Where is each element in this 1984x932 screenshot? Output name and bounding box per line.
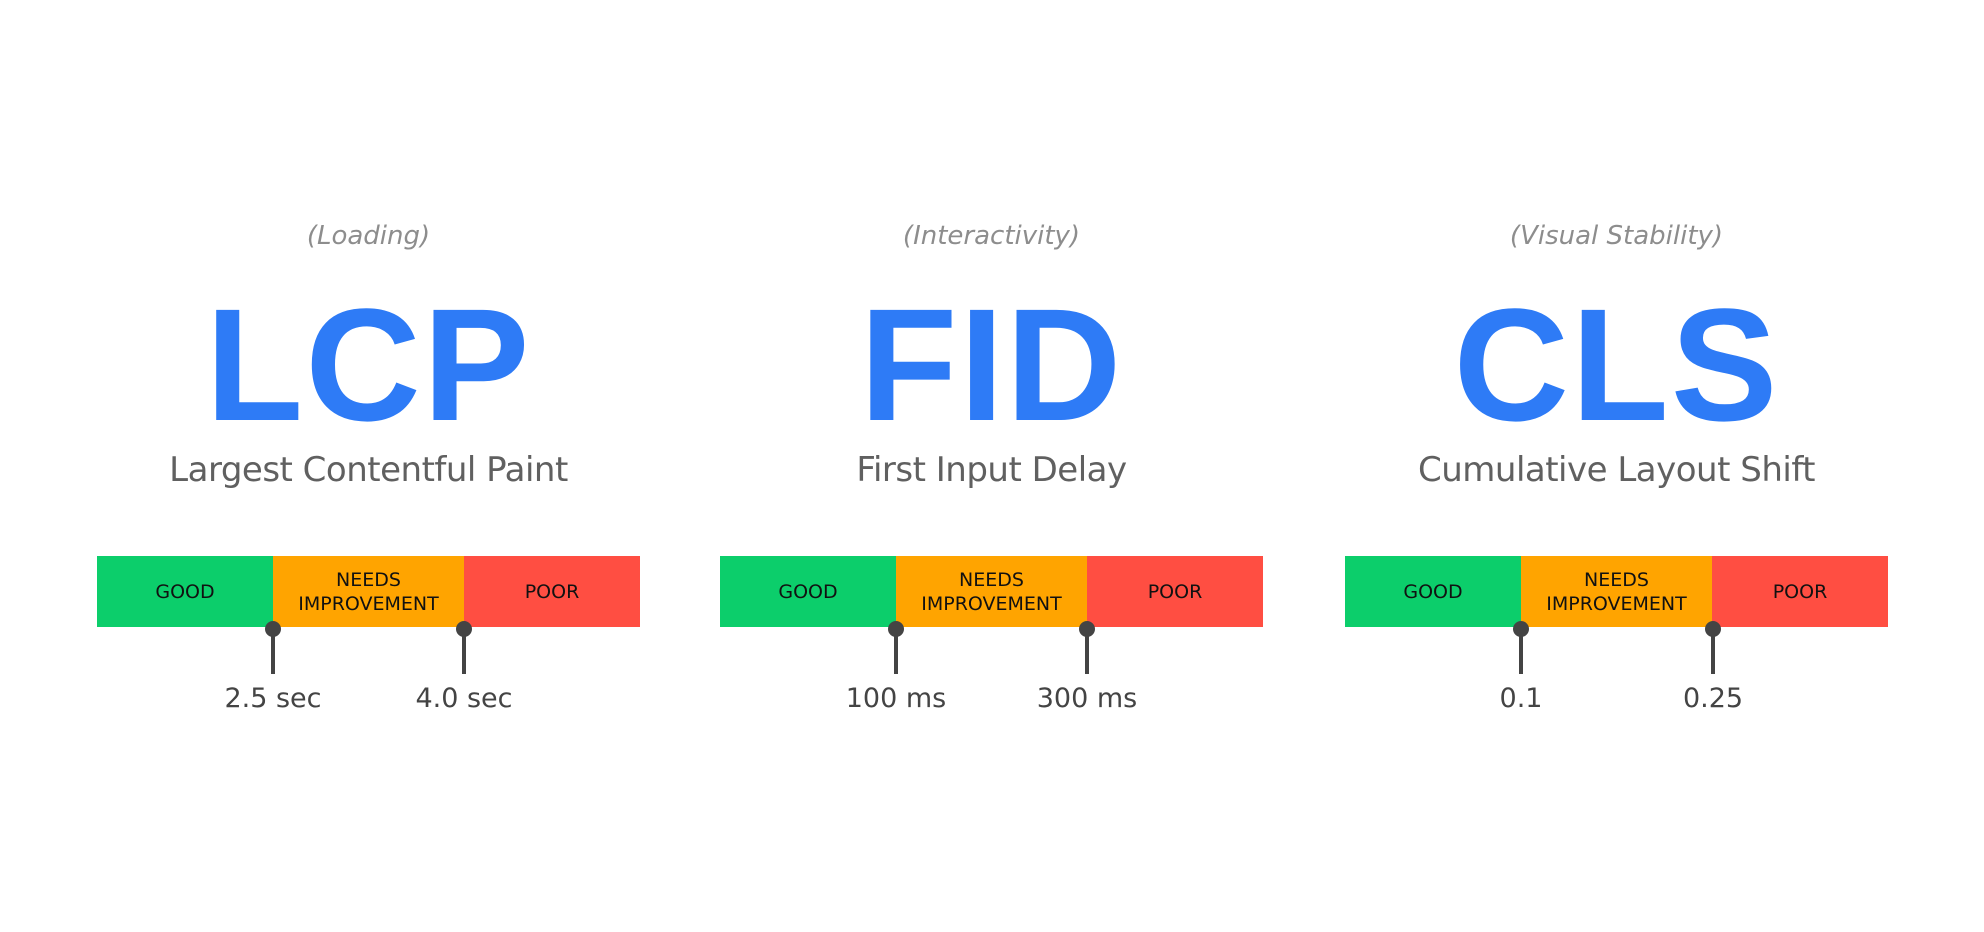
band-needs-improvement: NEEDS IMPROVEMENT	[273, 556, 464, 627]
threshold-bar: GOOD NEEDS IMPROVEMENT POOR	[1345, 556, 1888, 627]
band-good-label: GOOD	[155, 580, 215, 603]
metric-category: (Interactivity)	[902, 221, 1081, 251]
threshold-marker-poor	[1705, 621, 1721, 675]
band-needs-label-line2: IMPROVEMENT	[298, 592, 439, 615]
band-needs-improvement: NEEDS IMPROVEMENT	[896, 556, 1087, 627]
band-poor-label: POOR	[524, 580, 580, 603]
metric-acronym: LCP	[205, 275, 532, 454]
threshold-bar: GOOD NEEDS IMPROVEMENT POOR	[97, 556, 640, 627]
marker-stem	[1085, 629, 1089, 674]
threshold-bar: GOOD NEEDS IMPROVEMENT POOR	[720, 556, 1263, 627]
metric-cls: (Visual Stability) CLS Cumulative Layout…	[1345, 0, 1888, 932]
band-poor: POOR	[1087, 556, 1263, 627]
band-needs-label-line2: IMPROVEMENT	[921, 592, 1062, 615]
band-good-label: GOOD	[778, 580, 838, 603]
band-good: GOOD	[720, 556, 896, 627]
band-needs-label-line2: IMPROVEMENT	[1546, 592, 1687, 615]
metric-full-name: Cumulative Layout Shift	[1417, 450, 1816, 490]
band-poor-label: POOR	[1772, 580, 1828, 603]
band-needs-label-line1: NEEDS	[336, 568, 401, 591]
band-good-label: GOOD	[1403, 580, 1463, 603]
metric-full-name: First Input Delay	[856, 450, 1127, 490]
threshold-label-poor: 4.0 sec	[415, 683, 513, 714]
threshold-marker-good	[1513, 621, 1529, 675]
threshold-label-good: 0.1	[1499, 683, 1543, 714]
threshold-label-poor: 300 ms	[1036, 683, 1138, 714]
metric-lcp: (Loading) LCP Largest Contentful Paint G…	[97, 0, 640, 932]
band-poor: POOR	[1712, 556, 1888, 627]
band-needs-label-line1: NEEDS	[959, 568, 1024, 591]
band-poor: POOR	[464, 556, 640, 627]
metric-acronym: FID	[859, 275, 1124, 454]
threshold-marker-good	[265, 621, 281, 675]
marker-stem	[1711, 629, 1715, 674]
marker-stem	[271, 629, 275, 674]
metric-acronym: CLS	[1453, 275, 1780, 454]
band-good: GOOD	[1345, 556, 1521, 627]
threshold-marker-good	[888, 621, 904, 675]
threshold-label-good: 100 ms	[845, 683, 947, 714]
threshold-marker-poor	[1079, 621, 1095, 675]
marker-stem	[894, 629, 898, 674]
band-needs-label-line1: NEEDS	[1584, 568, 1649, 591]
marker-stem	[1519, 629, 1523, 674]
metric-category: (Visual Stability)	[1509, 221, 1724, 251]
metric-full-name: Largest Contentful Paint	[169, 450, 568, 490]
threshold-marker-poor	[456, 621, 472, 675]
band-poor-label: POOR	[1147, 580, 1203, 603]
threshold-label-good: 2.5 sec	[224, 683, 322, 714]
band-needs-improvement: NEEDS IMPROVEMENT	[1521, 556, 1712, 627]
threshold-label-poor: 0.25	[1682, 683, 1744, 714]
metric-fid: (Interactivity) FID First Input Delay GO…	[720, 0, 1263, 932]
metric-category: (Loading)	[306, 221, 431, 251]
band-good: GOOD	[97, 556, 273, 627]
marker-stem	[462, 629, 466, 674]
